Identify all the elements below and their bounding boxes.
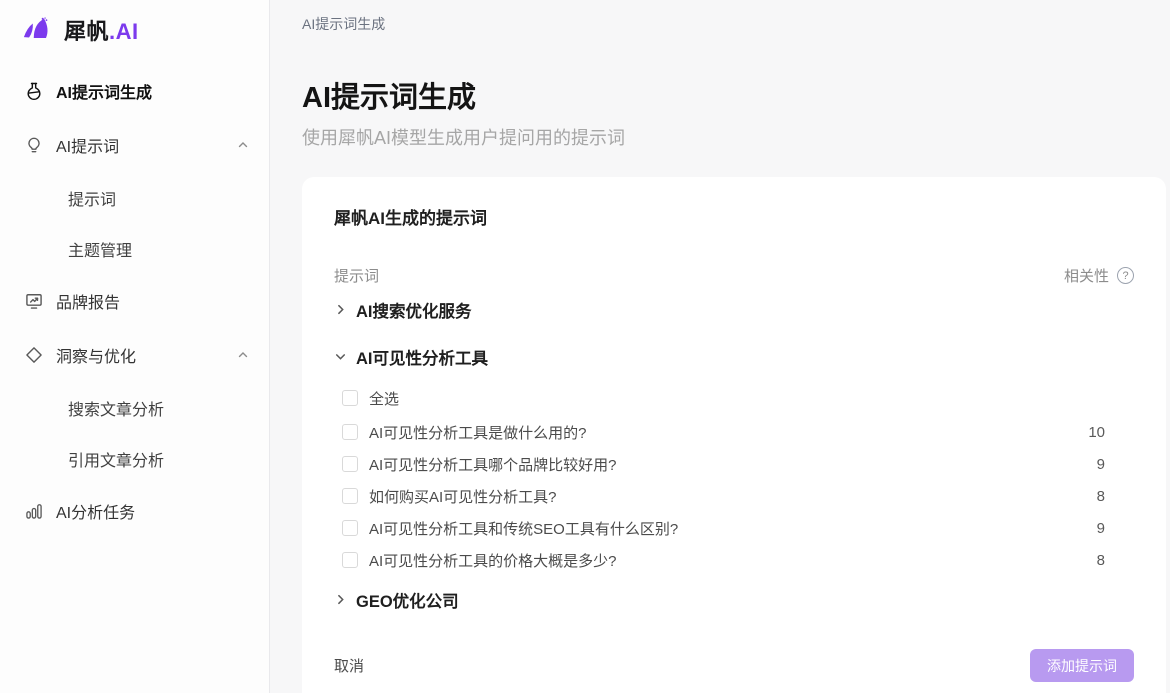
add-prompts-button[interactable]: 添加提示词 (1030, 649, 1134, 682)
group-label: AI搜索优化服务 (356, 298, 472, 322)
sail-logo-icon (22, 16, 56, 44)
prompt-checkbox[interactable] (342, 552, 358, 568)
sidebar-item-label: AI提示词生成 (56, 79, 152, 103)
group-label: AI可见性分析工具 (356, 345, 488, 369)
sidebar-item-ai-analysis-tasks[interactable]: AI分析任务 (0, 484, 269, 538)
chevron-up-icon[interactable] (237, 349, 249, 361)
cancel-button[interactable]: 取消 (334, 655, 364, 676)
page-title: AI提示词生成 (302, 74, 1170, 116)
prompt-text: AI可见性分析工具的价格大概是多少? (369, 550, 617, 571)
sidebar-subitem-topic-management[interactable]: 主题管理 (0, 223, 269, 274)
prompt-checkbox[interactable] (342, 424, 358, 440)
prompt-row: 如何购买AI可见性分析工具? 8 (334, 480, 1134, 512)
prompt-row: AI可见性分析工具和传统SEO工具有什么区别? 9 (334, 512, 1134, 544)
sidebar: 犀帆.AI AI提示词生成 AI提示词 (0, 0, 270, 693)
brand-name: 犀帆.AI (64, 14, 139, 46)
select-all-label: 全选 (369, 388, 399, 409)
prompt-checkbox[interactable] (342, 488, 358, 504)
sidebar-subitem-citation-article-analysis[interactable]: 引用文章分析 (0, 433, 269, 484)
prompt-row: AI可见性分析工具哪个品牌比较好用? 9 (334, 448, 1134, 480)
relevance-value: 9 (1097, 456, 1105, 473)
page-subtitle: 使用犀帆AI模型生成用户提问用的提示词 (302, 124, 1170, 150)
group-label: GEO优化公司 (356, 588, 459, 612)
card-footer: 取消 添加提示词 (334, 649, 1134, 682)
prompt-text: AI可见性分析工具和传统SEO工具有什么区别? (369, 518, 678, 539)
prompt-row: AI可见性分析工具的价格大概是多少? 8 (334, 544, 1134, 576)
sidebar-item-ai-prompt-generate[interactable]: AI提示词生成 (0, 64, 269, 118)
sidebar-item-ai-prompt[interactable]: AI提示词 (0, 118, 269, 172)
prompt-checkbox[interactable] (342, 520, 358, 536)
flask-icon (24, 81, 44, 101)
prompt-checkbox[interactable] (342, 456, 358, 472)
brand-logo[interactable]: 犀帆.AI (0, 8, 269, 56)
sidebar-subitem-search-article-analysis[interactable]: 搜索文章分析 (0, 382, 269, 433)
monitor-trend-icon (24, 291, 44, 311)
chevron-right-icon (334, 303, 347, 316)
sidebar-item-label: 品牌报告 (56, 289, 120, 313)
chevron-down-icon (334, 350, 347, 363)
prompt-text: 如何购买AI可见性分析工具? (369, 486, 557, 507)
chevron-up-icon[interactable] (237, 139, 249, 151)
generated-prompts-card: 犀帆AI生成的提示词 提示词 相关性 ? AI搜索优化服务 AI可见性分析工具 … (302, 177, 1166, 693)
sidebar-subitem-prompts[interactable]: 提示词 (0, 172, 269, 223)
sidebar-item-label: 洞察与优化 (56, 343, 136, 367)
sidebar-item-brand-report[interactable]: 品牌报告 (0, 274, 269, 328)
diamond-icon (24, 345, 44, 365)
column-relevance-label: 相关性 (1064, 265, 1109, 286)
sidebar-nav: AI提示词生成 AI提示词 提示词 主题管理 (0, 64, 269, 538)
prompt-text: AI可见性分析工具哪个品牌比较好用? (369, 454, 617, 475)
card-title: 犀帆AI生成的提示词 (334, 204, 1134, 229)
select-all-checkbox[interactable] (342, 390, 358, 406)
select-all-row: 全选 (334, 380, 1134, 416)
group-row-ai-search-optimization[interactable]: AI搜索优化服务 (334, 286, 1134, 333)
column-prompt-label: 提示词 (334, 265, 379, 286)
prompt-row: AI可见性分析工具是做什么用的? 10 (334, 416, 1134, 448)
relevance-value: 8 (1097, 552, 1105, 569)
relevance-value: 10 (1088, 424, 1105, 441)
sidebar-item-insight-optimize[interactable]: 洞察与优化 (0, 328, 269, 382)
help-icon[interactable]: ? (1117, 267, 1134, 284)
bulb-icon (24, 135, 44, 155)
table-header-row: 提示词 相关性 ? (334, 265, 1134, 286)
prompt-text: AI可见性分析工具是做什么用的? (369, 422, 587, 443)
relevance-value: 9 (1097, 520, 1105, 537)
sidebar-item-label: AI提示词 (56, 133, 119, 157)
bar-chart-icon (24, 501, 44, 521)
sidebar-item-label: AI分析任务 (56, 499, 135, 523)
relevance-value: 8 (1097, 488, 1105, 505)
main-content: AI提示词生成 AI提示词生成 使用犀帆AI模型生成用户提问用的提示词 犀帆AI… (270, 0, 1170, 693)
group-row-geo-companies[interactable]: GEO优化公司 (334, 576, 1134, 623)
chevron-right-icon (334, 593, 347, 606)
group-row-ai-visibility-tools[interactable]: AI可见性分析工具 (334, 333, 1134, 380)
breadcrumb: AI提示词生成 (302, 0, 1170, 34)
